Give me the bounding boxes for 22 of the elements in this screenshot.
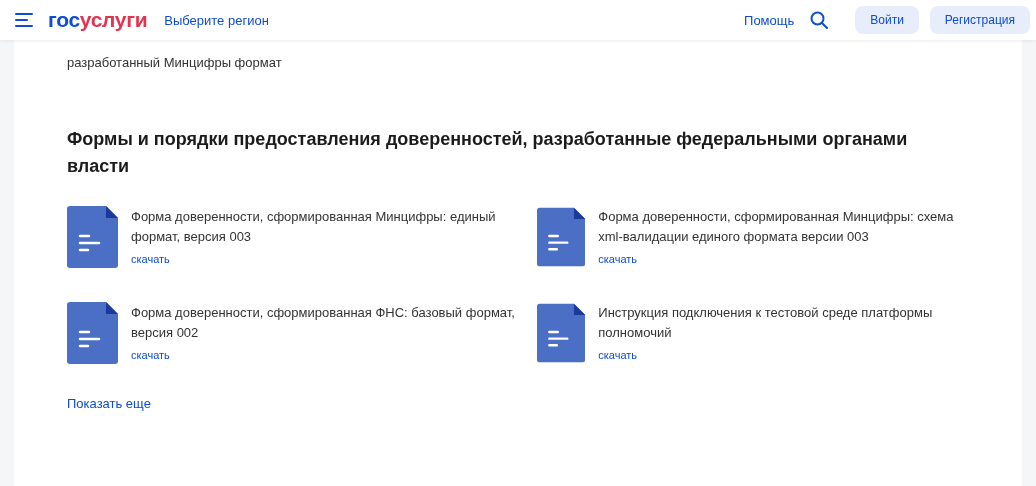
section-title: Формы и порядки предоставления доверенностей, разработанные федеральными органами власти xyxy=(67,128,909,178)
document-icon xyxy=(67,206,118,268)
document-icon xyxy=(537,302,586,364)
document-icon xyxy=(67,302,118,364)
region-link[interactable]: Выберите регион xyxy=(164,12,269,28)
login-button[interactable]: Войти xyxy=(855,6,919,34)
download-link[interactable]: скачать xyxy=(598,253,638,265)
download-link[interactable]: скачать xyxy=(131,349,170,361)
logo[interactable]: госуслуги xyxy=(48,8,148,32)
download-link[interactable]: скачать xyxy=(598,349,638,361)
search-icon[interactable] xyxy=(810,11,829,29)
download-link[interactable]: скачать xyxy=(131,253,170,265)
menu-icon[interactable] xyxy=(15,13,33,27)
document-title: Инструкция подключения к тестовой среде платформы полномочий xyxy=(598,304,934,342)
help-link[interactable]: Помощь xyxy=(744,12,795,28)
document-title: Форма доверенности, сформированная ФНС: базовый формат, версия 002 xyxy=(131,304,516,342)
document-title: Форма доверенности, сформированная Минцифры: единый формат, версия 003 xyxy=(131,208,497,246)
document-title: Форма доверенности, сформированная Минцифры: схема xml-валидации единого формата версии 003 xyxy=(598,208,955,246)
register-button[interactable]: Регистрация xyxy=(929,6,1030,34)
intro-text: разработанный Минцифры формат xyxy=(67,54,283,70)
show-more-link[interactable]: Показать еще xyxy=(67,396,151,411)
document-icon xyxy=(537,206,586,268)
